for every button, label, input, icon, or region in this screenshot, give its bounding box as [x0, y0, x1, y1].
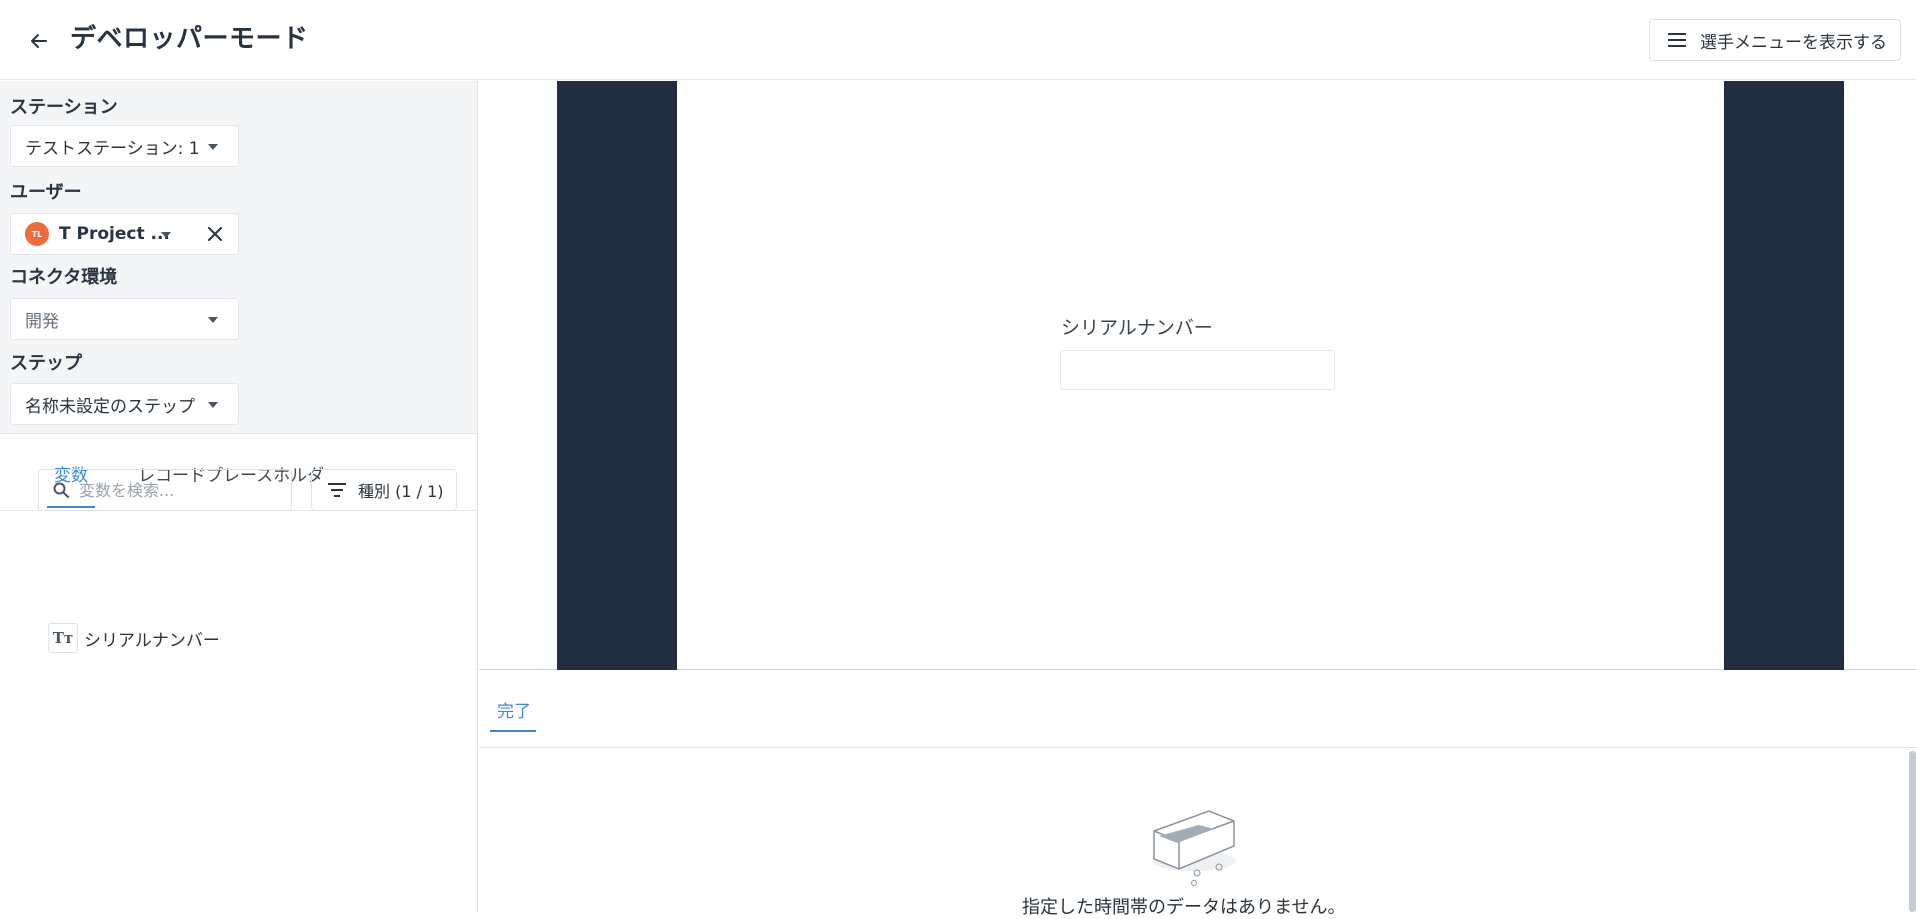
list-item[interactable]: Tт シリアルナンバー	[48, 623, 220, 653]
preview-right-bar	[1724, 81, 1844, 670]
arrow-left-icon	[31, 34, 47, 48]
preview-left-bar	[557, 81, 677, 670]
search-input[interactable]	[79, 480, 269, 500]
step-select[interactable]: 名称未設定のステップ	[10, 383, 239, 425]
user-select[interactable]: TL T Project ...	[10, 213, 192, 255]
caret-down-icon	[208, 144, 218, 150]
step-label: ステップ	[10, 353, 82, 374]
close-icon	[207, 227, 222, 241]
hamburger-menu-icon	[1668, 33, 1686, 47]
back-button[interactable]	[22, 24, 56, 58]
station-value: テストステーション: 1	[25, 138, 200, 159]
clear-user-button[interactable]	[191, 213, 239, 255]
empty-state-message: 指定した時間帯のデータはありません。	[1022, 897, 1346, 918]
station-label: ステーション	[10, 97, 118, 118]
completions-tabs: 完了	[479, 671, 1916, 748]
station-select[interactable]: テストステーション: 1	[10, 125, 239, 167]
completions-panel: 完了 指定した時間帯のデータはありません。	[479, 671, 1916, 918]
page-title: デベロッパーモード	[70, 24, 309, 54]
filter-label: 種別 (1 / 1)	[358, 482, 444, 501]
show-operator-menu-button[interactable]: 選手メニューを表示する	[1649, 19, 1901, 61]
step-value: 名称未設定のステップ	[25, 396, 195, 417]
variable-name: シリアルナンバー	[84, 630, 220, 651]
user-value: T Project ...	[59, 224, 170, 244]
variable-search[interactable]	[38, 469, 292, 511]
scrollbar[interactable]	[1909, 751, 1916, 912]
tab-completed[interactable]: 完了	[497, 697, 531, 722]
step-preview: シリアルナンバー	[479, 81, 1916, 670]
left-panel: ステーション テストステーション: 1 ユーザー TL T Project ..…	[0, 81, 478, 912]
text-type-icon: Tт	[48, 623, 78, 653]
search-icon	[53, 482, 69, 498]
connector-env-label: コネクタ環境	[10, 267, 118, 288]
filter-icon	[328, 483, 346, 497]
empty-box-icon	[1152, 810, 1236, 886]
serial-number-label: シリアルナンバー	[1061, 317, 1213, 339]
serial-number-input[interactable]	[1060, 350, 1335, 390]
type-filter-button[interactable]: 種別 (1 / 1)	[311, 469, 457, 511]
connector-env-select[interactable]: 開発	[10, 298, 239, 340]
app-header: デベロッパーモード 選手メニューを表示する	[0, 0, 1916, 80]
menu-button-label: 選手メニューを表示する	[1700, 32, 1887, 53]
active-tab-indicator	[490, 730, 536, 732]
connector-env-value: 開発	[25, 311, 59, 332]
config-section: ステーション テストステーション: 1 ユーザー TL T Project ..…	[0, 81, 477, 434]
user-label: ユーザー	[10, 182, 82, 203]
caret-down-icon	[208, 317, 218, 323]
caret-down-icon	[208, 402, 218, 408]
user-avatar: TL	[25, 222, 49, 246]
caret-down-icon	[161, 232, 171, 238]
